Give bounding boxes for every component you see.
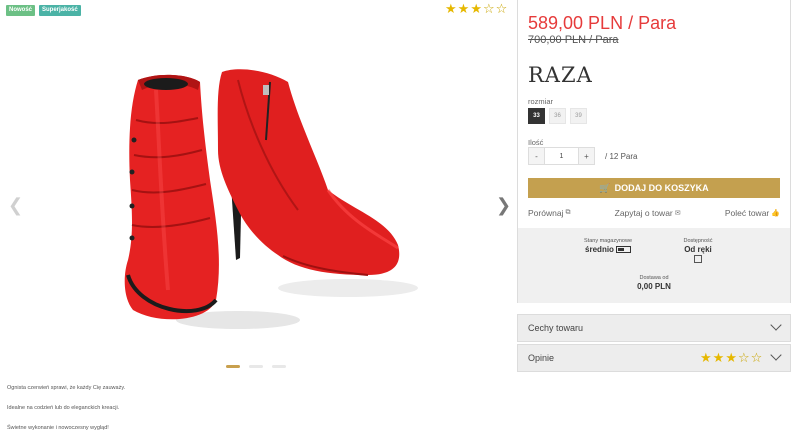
description-line: Świetne wykonanie i nowoczesny wygląd!	[7, 425, 109, 431]
decrement-button[interactable]: -	[528, 147, 545, 165]
star-filled-icon: ★	[470, 1, 482, 16]
reviews-accordion[interactable]: Opinie ★ ★ ★ ☆ ☆	[517, 344, 791, 372]
slider-dots	[226, 365, 286, 368]
product-gallery: ❮ ❯	[0, 20, 512, 365]
stock-info: Stany magazynowe średnio Dostępność Od r…	[518, 228, 790, 303]
cart-icon: 🛒	[599, 182, 611, 193]
star-filled-icon: ★	[725, 350, 737, 365]
availability-title: Dostępność	[683, 238, 713, 244]
product-page: Nowość Superjakość ★ ★ ★ ☆ ☆ ❮ ❯ Ognista…	[0, 0, 800, 437]
stock-value-row: średnio	[578, 245, 638, 254]
envelope-icon: ✉	[674, 210, 681, 217]
stock-title: Stany magazynowe	[584, 238, 632, 244]
description-line: Ognista czerwień sprawi, że każdy Cię za…	[7, 385, 126, 391]
size-option[interactable]: 33	[528, 108, 545, 124]
new-badge: Nowość	[6, 5, 36, 16]
reviews-label: Opinie	[528, 353, 555, 363]
compare-label: Porównaj	[528, 208, 564, 218]
product-actions: Porównaj ⧉ Zapytaj o towar ✉ Poleć towar…	[528, 208, 780, 218]
delivery-icon	[694, 255, 702, 263]
badges: Nowość Superjakość	[6, 5, 81, 16]
features-label: Cechy towaru	[528, 323, 584, 333]
star-empty-icon: ☆	[750, 350, 763, 365]
size-selector: 33 36 39	[528, 108, 587, 124]
thumbs-up-icon: 👍	[771, 210, 780, 217]
chevron-left-icon[interactable]: ❮	[8, 196, 23, 214]
recommend-label: Poleć towar	[724, 208, 770, 218]
slider-dot[interactable]	[226, 365, 240, 368]
chevron-down-icon	[770, 349, 782, 361]
price: 589,00 PLN / Para	[528, 13, 677, 33]
size-option[interactable]: 39	[570, 108, 587, 124]
product-info-panel: 589,00 PLN / Para 700,00 PLN / Para RAZA…	[517, 0, 791, 303]
size-option[interactable]: 36	[549, 108, 566, 124]
size-label: rozmiar	[528, 97, 554, 106]
brand-logo[interactable]: RAZA	[528, 63, 593, 87]
quality-badge: Superjakość	[39, 5, 81, 16]
features-accordion[interactable]: Cechy towaru	[517, 314, 791, 342]
availability-value: Od ręki	[684, 245, 712, 254]
availability: Dostępność Od ręki	[668, 238, 728, 263]
product-rating[interactable]: ★ ★ ★ ☆ ☆	[445, 2, 507, 15]
star-filled-icon: ★	[457, 1, 470, 16]
star-empty-icon: ☆	[482, 1, 495, 16]
old-price: 700,00 PLN / Para	[528, 34, 619, 46]
copy-icon: ⧉	[565, 209, 571, 216]
stock-level: Stany magazynowe średnio	[578, 238, 638, 254]
product-image[interactable]	[98, 60, 418, 335]
quantity-label: Ilość	[528, 138, 544, 147]
quantity-stepper: - 1 + / 12 Para	[528, 147, 637, 165]
delivery-value: 0,00 PLN	[637, 282, 671, 291]
star-filled-icon: ★	[445, 1, 457, 16]
star-empty-icon: ☆	[737, 350, 750, 365]
quantity-input[interactable]: 1	[545, 147, 578, 165]
slider-dot[interactable]	[249, 365, 263, 368]
star-filled-icon: ★	[712, 350, 725, 365]
increment-button[interactable]: +	[578, 147, 595, 165]
add-to-cart-label: DODAJ DO KOSZYKA	[614, 183, 709, 193]
slider-dot[interactable]	[272, 365, 286, 368]
delivery-title: Dostawa od	[639, 275, 669, 281]
delivery-cost: Dostawa od 0,00 PLN	[624, 275, 684, 291]
star-empty-icon: ☆	[495, 1, 508, 16]
ask-link[interactable]: Zapytaj o towar ✉	[615, 208, 681, 218]
chevron-down-icon	[770, 319, 782, 331]
ask-label: Zapytaj o towar	[614, 208, 673, 218]
chevron-right-icon[interactable]: ❯	[496, 196, 511, 214]
reviews-rating: ★ ★ ★ ☆ ☆	[700, 351, 762, 364]
stock-bar-icon	[615, 246, 631, 253]
max-quantity: / 12 Para	[605, 151, 638, 161]
add-to-cart-button[interactable]: 🛒 DODAJ DO KOSZYKA	[528, 178, 780, 198]
description-line: Idealne na codzień lub do eleganckich kr…	[7, 405, 120, 411]
compare-link[interactable]: Porównaj ⧉	[528, 208, 570, 218]
star-filled-icon: ★	[700, 350, 712, 365]
stock-value: średnio	[585, 245, 614, 254]
recommend-link[interactable]: Poleć towar 👍	[725, 208, 780, 218]
